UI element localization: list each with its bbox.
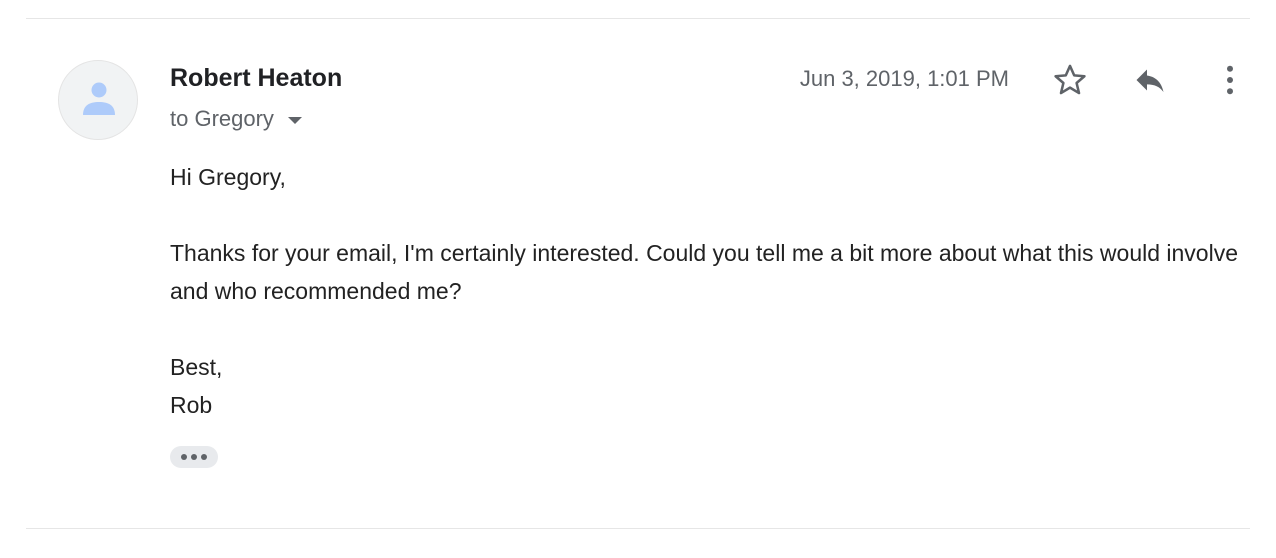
message-timestamp: Jun 3, 2019, 1:01 PM: [799, 66, 1009, 91]
body-paragraph: Thanks for your email, I'm certainly int…: [170, 240, 1238, 304]
top-divider: [26, 18, 1250, 19]
ellipsis-icon: [181, 454, 187, 460]
person-icon: [83, 82, 115, 115]
star-button[interactable]: [1050, 60, 1090, 100]
reply-icon: [1136, 69, 1164, 92]
show-trimmed-content-button[interactable]: [170, 446, 218, 468]
reply-button[interactable]: [1130, 60, 1170, 100]
bottom-divider: [26, 528, 1250, 529]
star-icon: [1054, 64, 1086, 95]
more-vertical-icon: [1227, 65, 1233, 95]
ellipsis-icon: [201, 454, 207, 460]
greeting: Hi Gregory,: [170, 164, 286, 190]
caret-down-icon: [287, 116, 302, 124]
ellipsis-icon: [191, 454, 197, 460]
recipient-label: to Gregory: [170, 106, 274, 131]
sender-name[interactable]: Robert Heaton: [170, 64, 342, 93]
signature: Rob: [170, 392, 213, 418]
sender-avatar[interactable]: [58, 60, 138, 140]
more-options-button[interactable]: [1210, 60, 1250, 100]
recipient-details-toggle[interactable]: to Gregory: [170, 106, 302, 132]
signoff: Best,: [170, 354, 223, 380]
message-body: Hi Gregory, Thanks for your email, I'm c…: [170, 158, 1240, 424]
